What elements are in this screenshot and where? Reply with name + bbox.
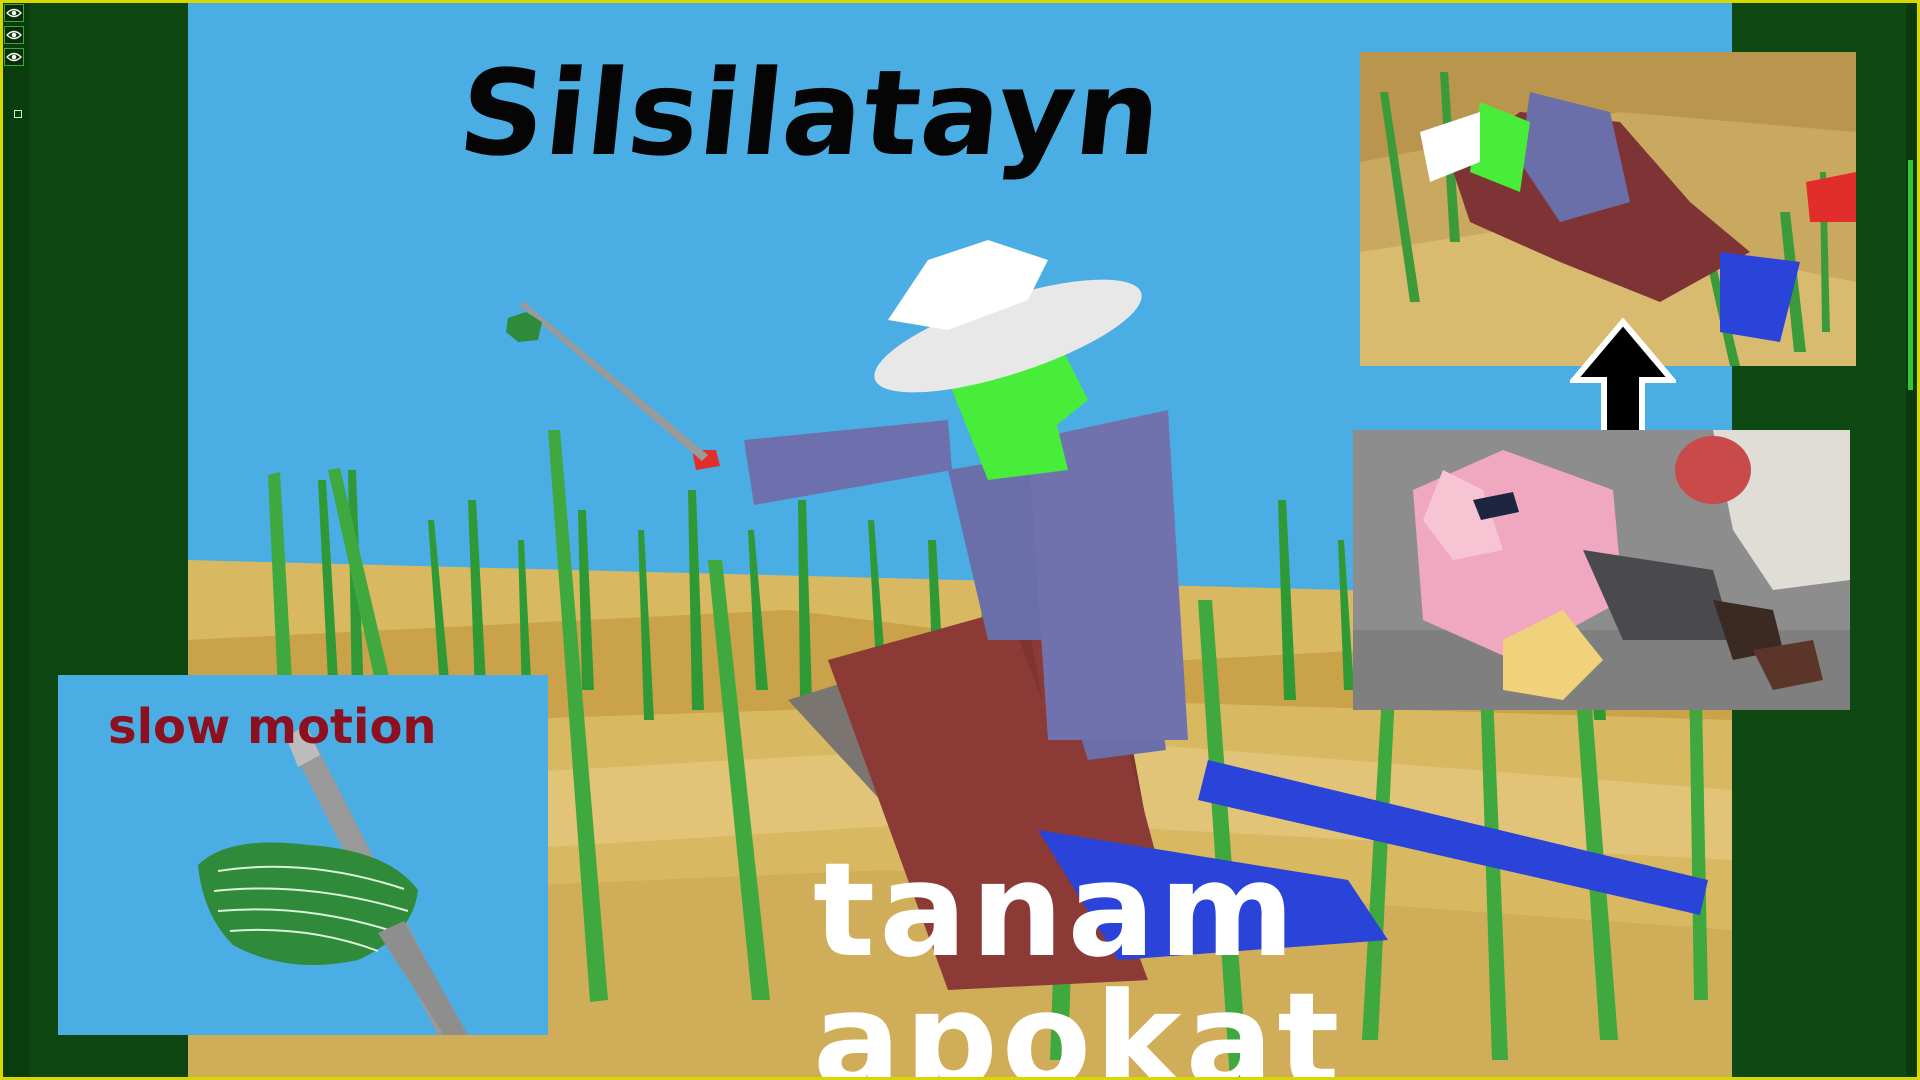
- eye-icon: [6, 8, 22, 18]
- visibility-toggle[interactable]: [4, 26, 24, 44]
- eye-icon: [6, 52, 22, 62]
- slow-motion-inset: slow motion: [58, 675, 548, 1035]
- thumbnail-caption: tanam apokat: [813, 834, 1344, 1080]
- slow-motion-label: slow motion: [108, 699, 437, 755]
- thumbnail-title: Silsilatayn: [452, 44, 1169, 182]
- layer-toolbar: [0, 0, 32, 1080]
- layer-checkbox[interactable]: [14, 110, 22, 118]
- reference-anime-inset: [1353, 430, 1850, 710]
- scrollbar-thumb[interactable]: [1908, 160, 1913, 390]
- visibility-toggle[interactable]: [4, 48, 24, 66]
- visibility-toggle[interactable]: [4, 4, 24, 22]
- vertical-scrollbar[interactable]: [1906, 0, 1916, 1080]
- reference-anime-image: [1353, 430, 1850, 710]
- eye-icon: [6, 30, 22, 40]
